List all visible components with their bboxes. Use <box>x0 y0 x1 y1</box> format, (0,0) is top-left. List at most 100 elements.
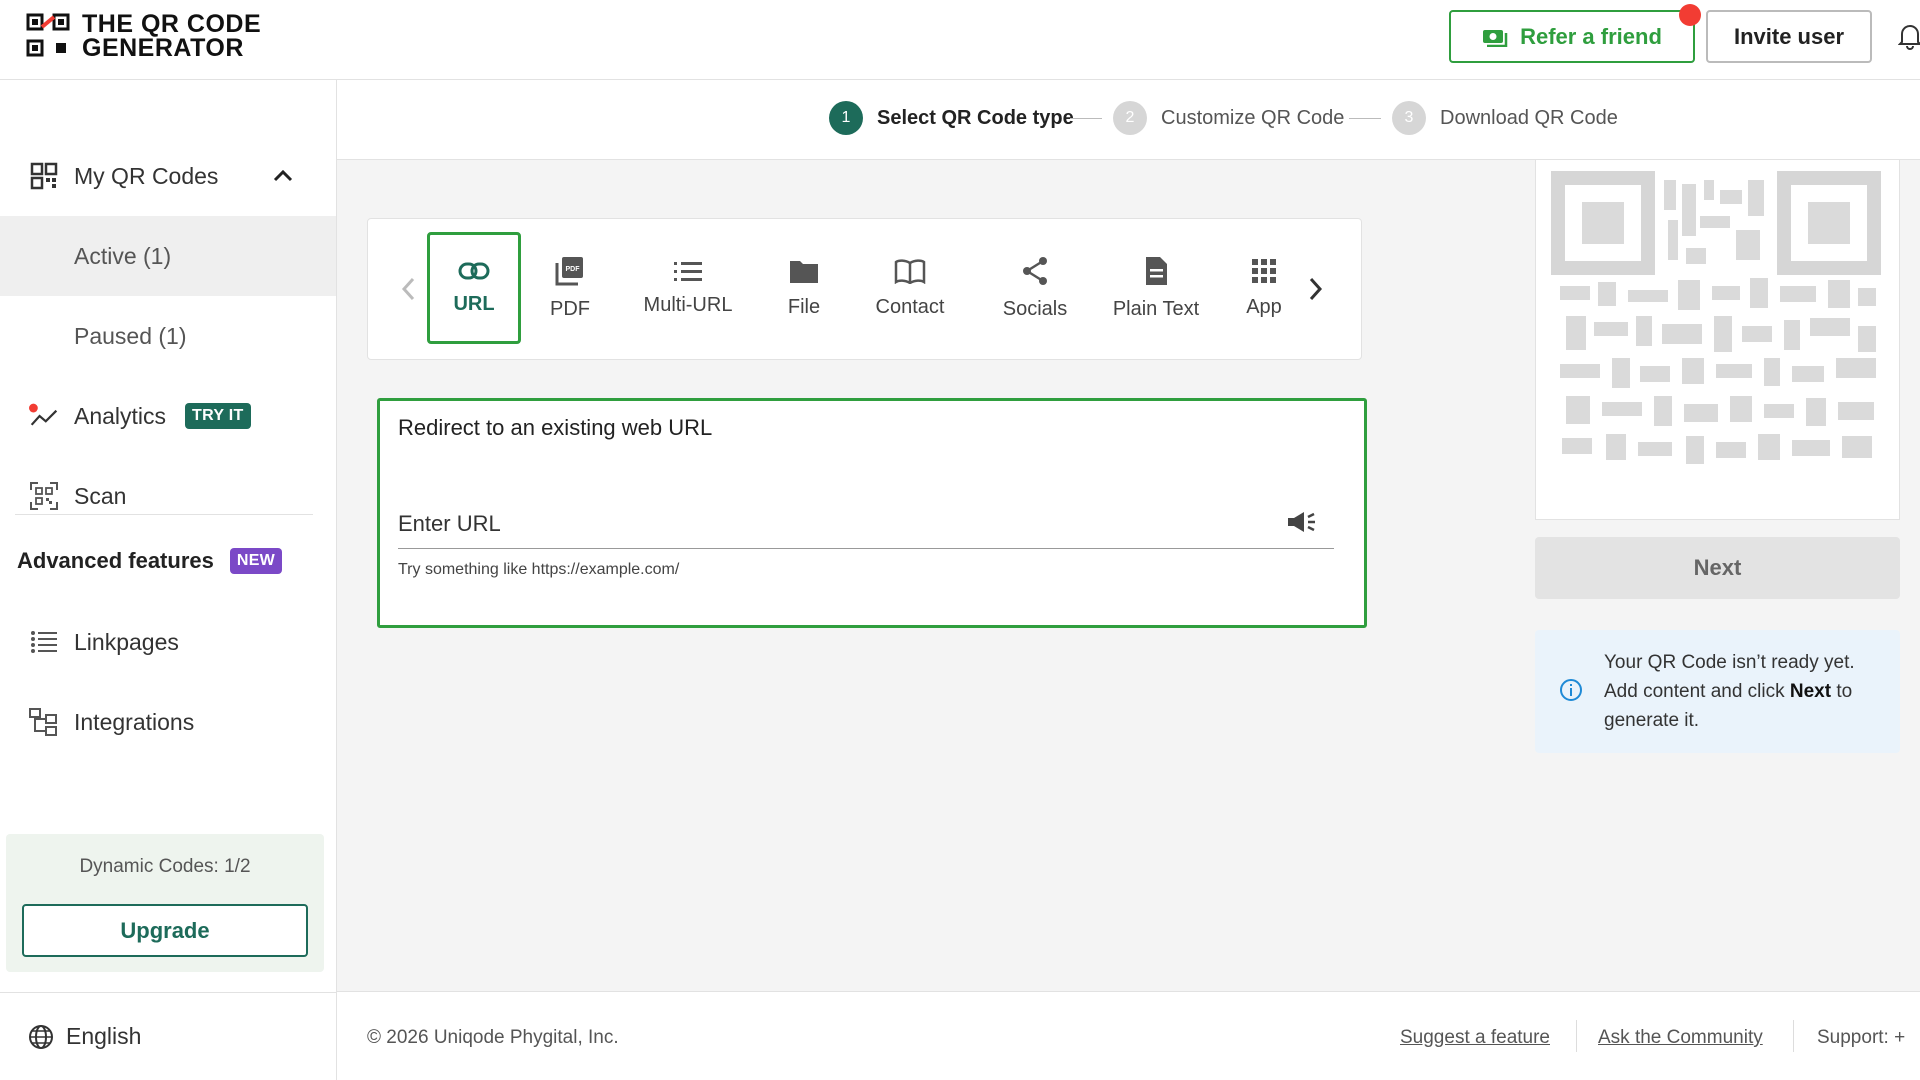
sidebar-item-scan[interactable]: Scan <box>0 456 336 536</box>
url-form: Redirect to an existing web URL Try some… <box>377 398 1367 628</box>
type-contact[interactable]: Contact <box>852 232 968 344</box>
step-label: Select QR Code type <box>877 106 1074 129</box>
qr-not-ready-notice: Your QR Code isn’t ready yet. Add conten… <box>1535 630 1900 753</box>
step-connector <box>1349 118 1381 119</box>
step-customize: 2 Customize QR Code <box>1113 101 1344 135</box>
sidebar-item-label: My QR Codes <box>74 162 219 189</box>
type-app[interactable]: App <box>1226 232 1302 344</box>
dynamic-codes-count: Dynamic Codes: 1/2 <box>79 856 251 877</box>
list-icon <box>674 261 702 281</box>
chevron-up-icon[interactable] <box>272 169 294 183</box>
megaphone-icon[interactable] <box>1286 509 1318 535</box>
scroll-left-button[interactable] <box>394 271 422 307</box>
top-header: THE QR CODE GENERATOR Refer a friend Inv… <box>0 0 1920 80</box>
type-label: Socials <box>1002 297 1068 320</box>
suggest-feature-link[interactable]: Suggest a feature <box>1400 1027 1550 1049</box>
step-select-type: 1 Select QR Code type <box>829 101 1074 135</box>
pdf-icon: PDF <box>555 256 583 285</box>
svg-text:PDF: PDF <box>566 266 581 273</box>
chevron-right-icon <box>1309 277 1323 301</box>
try-it-badge: TRY IT <box>185 403 251 429</box>
chevron-left-icon <box>401 277 415 301</box>
link-icon <box>458 262 490 279</box>
document-icon <box>1146 256 1167 285</box>
type-label: File <box>787 295 821 318</box>
language-selector[interactable]: English <box>0 992 336 1080</box>
footer-divider <box>1793 1020 1794 1052</box>
bell-icon[interactable] <box>1898 22 1920 50</box>
sidebar-item-analytics[interactable]: Analytics TRY IT <box>0 376 336 456</box>
step-label: Download QR Code <box>1440 106 1618 129</box>
integrations-icon <box>29 707 59 737</box>
advanced-features-label: Advanced features <box>17 548 214 573</box>
type-multi-url[interactable]: Multi-URL <box>626 232 750 344</box>
qr-logo-icon <box>26 13 70 57</box>
sidebar-item-label: Paused (1) <box>74 322 187 349</box>
scroll-right-button[interactable] <box>1302 271 1330 307</box>
type-url[interactable]: URL <box>427 232 521 344</box>
logo-text: THE QR CODE GENERATOR <box>82 10 262 62</box>
new-badge: NEW <box>229 548 283 574</box>
type-pdf[interactable]: PDF PDF <box>530 232 610 344</box>
type-label: Contact <box>875 295 945 318</box>
invite-user-button[interactable]: Invite user <box>1706 10 1872 63</box>
next-button[interactable]: Next <box>1535 537 1900 599</box>
sidebar-divider <box>15 514 313 515</box>
grid-icon <box>1252 258 1276 283</box>
step-number: 1 <box>829 101 863 135</box>
step-number: 2 <box>1113 101 1147 135</box>
info-icon <box>1560 679 1582 701</box>
step-number: 3 <box>1392 101 1426 135</box>
qr-grid-icon <box>29 161 59 191</box>
footer-divider <box>1576 1020 1577 1052</box>
money-icon <box>1483 29 1508 47</box>
footer: © 2026 Uniqode Phygital, Inc. Suggest a … <box>337 991 1920 1080</box>
step-label: Customize QR Code <box>1161 106 1345 129</box>
stepper: 1 Select QR Code type 2 Customize QR Cod… <box>337 80 1920 160</box>
sidebar-item-my-qr-codes[interactable]: My QR Codes <box>0 136 336 216</box>
sidebar-item-paused[interactable]: Paused (1) <box>0 296 336 376</box>
app-logo[interactable]: THE QR CODE GENERATOR <box>26 10 262 62</box>
url-hint: Try something like https://example.com/ <box>398 561 680 578</box>
refer-a-friend-button[interactable]: Refer a friend <box>1449 4 1701 63</box>
qr-placeholder-image <box>1551 171 1881 464</box>
qr-type-selector: URL PDF PDF Multi-URL File Contact Socia… <box>367 218 1362 360</box>
plan-usage-box: Dynamic Codes: 1/2 Upgrade <box>6 834 324 972</box>
step-connector <box>1070 118 1102 119</box>
sidebar-item-label: Scan <box>74 482 127 509</box>
analytics-icon <box>29 401 59 431</box>
advanced-features-heading: Advanced features NEW <box>17 548 283 574</box>
support-text: Support: + <box>1817 1027 1906 1048</box>
language-label: English <box>66 1023 142 1049</box>
type-label: PDF <box>550 297 590 320</box>
type-label: URL <box>453 292 495 315</box>
contact-book-icon <box>894 258 926 284</box>
type-file[interactable]: File <box>764 232 844 344</box>
sidebar-item-linkpages[interactable]: Linkpages <box>0 602 336 682</box>
type-plain-text[interactable]: Plain Text <box>1092 232 1220 344</box>
sidebar-item-active[interactable]: Active (1) <box>0 216 336 296</box>
globe-icon <box>29 1024 53 1049</box>
url-input[interactable] <box>398 499 1334 549</box>
type-label: Multi-URL <box>643 293 733 316</box>
sidebar-item-label: Active (1) <box>74 242 172 269</box>
upgrade-button[interactable]: Upgrade <box>22 904 308 957</box>
qr-preview <box>1535 160 1900 520</box>
refer-label: Refer a friend <box>1520 23 1662 49</box>
sidebar: My QR Codes Active (1) Paused (1) Analyt… <box>0 80 337 1080</box>
step-download: 3 Download QR Code <box>1392 101 1618 135</box>
type-socials[interactable]: Socials <box>976 232 1094 344</box>
sidebar-item-label: Integrations <box>74 708 195 735</box>
sidebar-item-integrations[interactable]: Integrations <box>0 682 336 762</box>
sidebar-item-label: Analytics <box>74 402 167 429</box>
folder-icon <box>790 260 818 283</box>
form-title: Redirect to an existing web URL <box>398 415 713 440</box>
copyright-text: © 2026 Uniqode Phygital, Inc. <box>367 1027 619 1048</box>
sidebar-item-label: Linkpages <box>74 628 179 655</box>
scan-icon <box>29 481 59 511</box>
type-label: App <box>1246 295 1282 318</box>
ask-community-link[interactable]: Ask the Community <box>1598 1027 1763 1049</box>
share-icon <box>1023 256 1047 285</box>
list-icon <box>29 627 59 657</box>
notice-text: Your QR Code isn’t ready yet. Add conten… <box>1604 652 1855 731</box>
